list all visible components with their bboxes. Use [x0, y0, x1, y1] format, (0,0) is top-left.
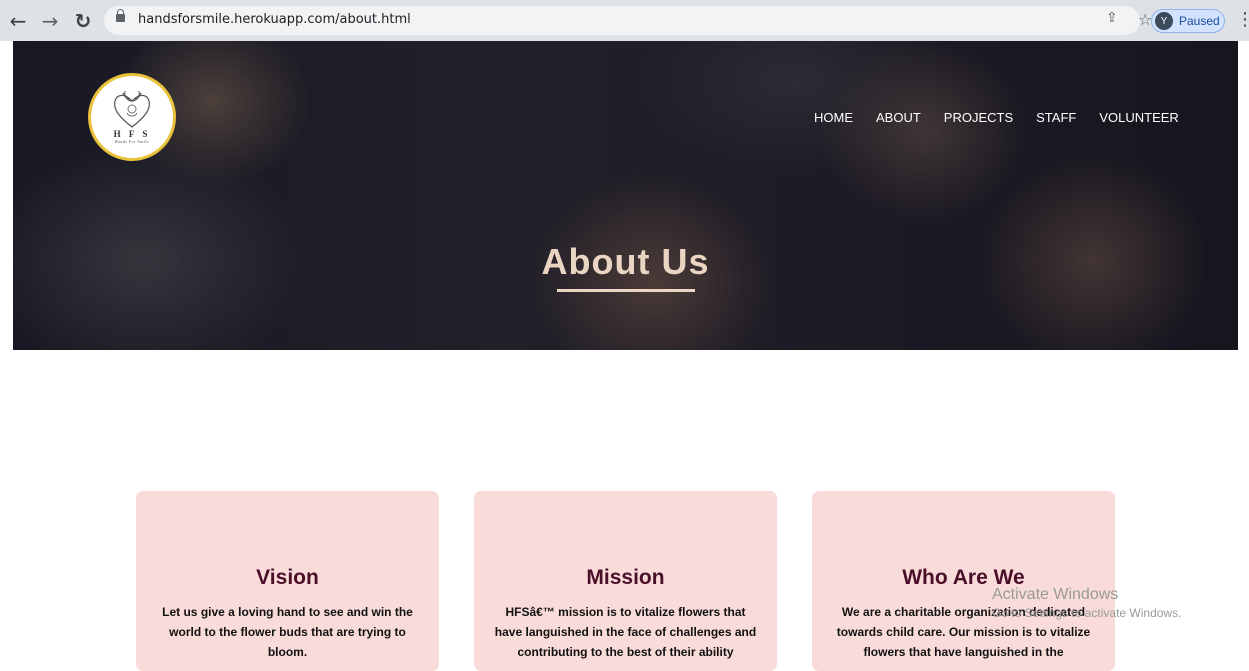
more-menu-icon[interactable]: ⋮: [1236, 9, 1249, 30]
card-title: Mission: [586, 566, 665, 589]
browser-toolbar: ← → ↻ handsforsmile.herokuapp.com/about.…: [0, 0, 1249, 41]
nav-staff[interactable]: STAFF: [1036, 110, 1076, 125]
title-underline: [557, 289, 695, 292]
url-text[interactable]: handsforsmile.herokuapp.com/about.html: [138, 12, 411, 27]
who-are-we-card: Who Are We We are a charitable organizat…: [812, 491, 1115, 671]
card-title: Vision: [256, 566, 319, 589]
site-logo[interactable]: H F S Hands For Smile: [88, 73, 176, 161]
forward-arrow-icon[interactable]: →: [37, 8, 63, 34]
logo-subtext: Hands For Smile: [114, 138, 150, 144]
back-arrow-icon[interactable]: ←: [5, 8, 31, 34]
heart-hands-logo-icon: [114, 90, 150, 128]
share-icon[interactable]: ⇪: [1106, 10, 1118, 26]
page-scrollbar[interactable]: [1240, 41, 1249, 651]
nav-projects[interactable]: PROJECTS: [944, 110, 1013, 125]
nav-volunteer[interactable]: VOLUNTEER: [1099, 110, 1178, 125]
profile-status: Paused: [1179, 14, 1220, 28]
address-bar[interactable]: handsforsmile.herokuapp.com/about.html: [104, 6, 1140, 35]
avatar: Y: [1155, 12, 1173, 30]
hero-overlay: [13, 41, 1238, 350]
card-text: Let us give a loving hand to see and win…: [162, 605, 413, 659]
vision-card: Vision Let us give a loving hand to see …: [136, 491, 439, 671]
lock-icon[interactable]: [116, 9, 125, 22]
profile-button[interactable]: Y Paused: [1151, 9, 1225, 33]
main-nav: HOME ABOUT PROJECTS STAFF VOLUNTEER: [814, 110, 1202, 125]
hero-banner: H F S Hands For Smile HOME ABOUT PROJECT…: [13, 41, 1238, 350]
nav-about[interactable]: ABOUT: [876, 110, 921, 125]
card-text: We are a charitable organization dedicat…: [836, 605, 1091, 659]
card-title: Who Are We: [902, 566, 1025, 589]
nav-home[interactable]: HOME: [814, 110, 853, 125]
mission-card: Mission HFSâ€™ mission is to vitalize fl…: [474, 491, 777, 671]
card-text: HFSâ€™ mission is to vitalize flowers th…: [494, 605, 757, 659]
reload-icon[interactable]: ↻: [70, 8, 96, 34]
logo-text: H F S: [113, 128, 151, 139]
page-title: About Us: [541, 241, 710, 282]
